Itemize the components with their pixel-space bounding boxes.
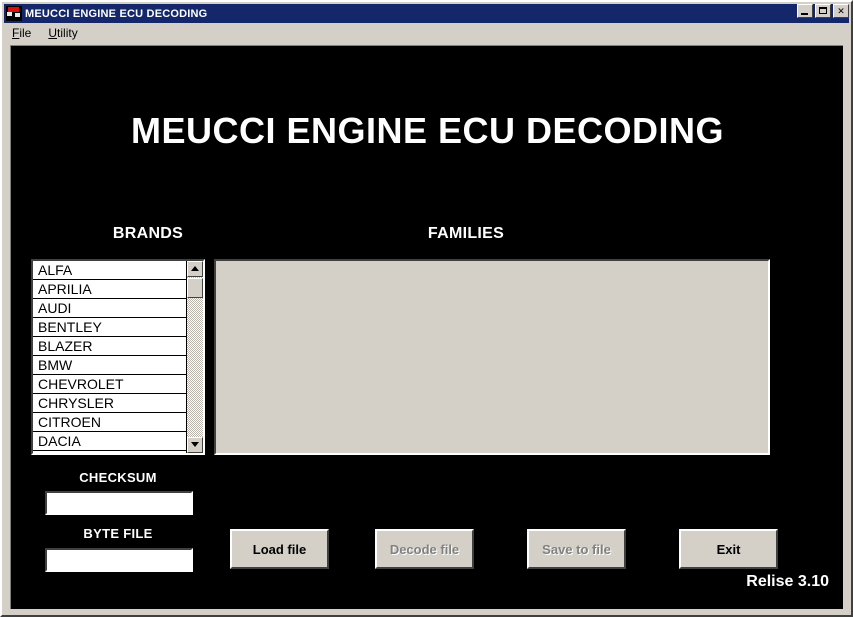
release-version-label: Relise 3.10 xyxy=(746,573,829,590)
menu-item-utility[interactable]: Utility xyxy=(46,24,84,42)
page-title: MEUCCI ENGINE ECU DECODING xyxy=(130,110,725,151)
window-title: MEUCCI ENGINE ECU DECODING xyxy=(25,7,208,20)
families-label: FAMILIES xyxy=(427,225,505,242)
checksum-label: CHECKSUM xyxy=(79,470,157,485)
application-window: MEUCCI ENGINE ECU DECODING ✕ File Utilit… xyxy=(0,0,853,617)
scroll-up-arrow-icon xyxy=(191,266,199,271)
list-item[interactable]: AUDI xyxy=(33,299,186,318)
close-icon: ✕ xyxy=(837,5,845,16)
list-item[interactable]: CITROEN xyxy=(33,413,186,432)
byte-file-label: BYTE FILE xyxy=(83,526,153,541)
close-button[interactable]: ✕ xyxy=(833,4,849,18)
brands-label: BRANDS xyxy=(112,225,184,242)
families-panel[interactable] xyxy=(214,259,770,455)
app-icon xyxy=(6,6,22,21)
title-bar: MEUCCI ENGINE ECU DECODING xyxy=(4,4,849,23)
menu-item-utility-label: tility xyxy=(57,26,78,40)
window-controls: ✕ xyxy=(797,4,849,18)
menu-item-file-label: ile xyxy=(19,26,32,40)
decode-file-button[interactable]: Decode file xyxy=(375,529,474,569)
exit-button[interactable]: Exit xyxy=(679,529,778,569)
list-item[interactable]: CHRYSLER xyxy=(33,394,186,413)
scroll-down-button[interactable] xyxy=(187,437,203,453)
list-item[interactable]: APRILIA xyxy=(33,280,186,299)
byte-file-input[interactable] xyxy=(45,548,193,572)
client-area: MEUCCI ENGINE ECU DECODING BRANDS FAMILI… xyxy=(10,45,843,609)
list-item[interactable]: BLAZER xyxy=(33,337,186,356)
list-item[interactable]: BENTLEY xyxy=(33,318,186,337)
save-to-file-button[interactable]: Save to file xyxy=(527,529,626,569)
list-item[interactable]: CHEVROLET xyxy=(33,375,186,394)
list-item[interactable]: ALFA xyxy=(33,261,186,280)
list-item[interactable]: BMW xyxy=(33,356,186,375)
maximize-icon xyxy=(819,7,827,14)
load-file-button[interactable]: Load file xyxy=(230,529,329,569)
menu-bar: File Utility xyxy=(4,23,849,43)
list-item[interactable]: DACIA xyxy=(33,432,186,451)
brands-list-items[interactable]: ALFA APRILIA AUDI BENTLEY BLAZER BMW CHEVROLET… xyxy=(33,261,186,453)
maximize-button[interactable] xyxy=(815,4,831,18)
scrollbar-thumb[interactable] xyxy=(187,278,203,298)
minimize-icon xyxy=(801,13,808,15)
scroll-down-arrow-icon xyxy=(191,442,199,447)
brands-listbox[interactable]: ALFA APRILIA AUDI BENTLEY BLAZER BMW CHEVROLET… xyxy=(31,259,205,455)
minimize-button[interactable] xyxy=(797,4,813,18)
brands-scrollbar[interactable] xyxy=(186,261,203,453)
checksum-input[interactable] xyxy=(45,491,193,515)
menu-item-utility-accesskey: U xyxy=(48,26,58,40)
menu-item-file[interactable]: File xyxy=(10,24,38,42)
scroll-up-button[interactable] xyxy=(187,261,203,277)
